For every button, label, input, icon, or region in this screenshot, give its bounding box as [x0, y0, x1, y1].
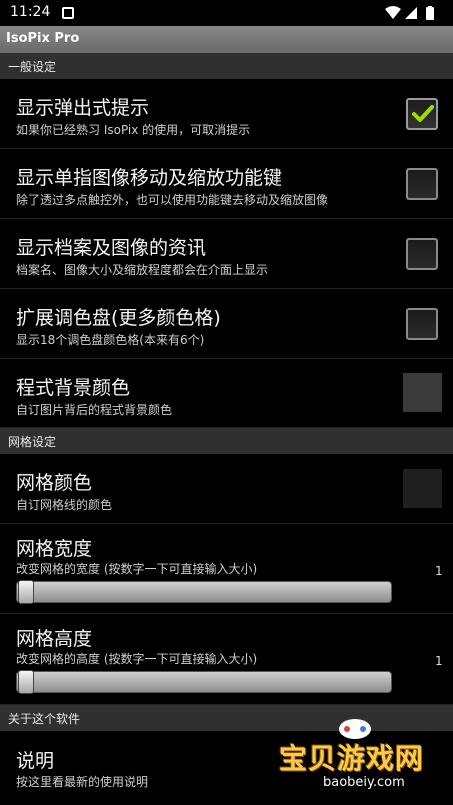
section-header-label: 网格设定 [8, 435, 57, 449]
pref-extended-palette[interactable]: 扩展调色盘(更多颜色格) 显示18个调色盘颜色格(本来有6个) [0, 289, 453, 359]
status-icons [385, 6, 434, 20]
single-finger-checkbox[interactable] [406, 168, 438, 200]
notification-app-icon [62, 7, 74, 19]
pref-title: 扩展调色盘(更多颜色格) [16, 307, 221, 329]
pref-popup-hints[interactable]: 显示弹出式提示 如果你已经熟习 IsoPix 的使用，可取消提示 [0, 79, 453, 149]
pref-title: 显示弹出式提示 [16, 97, 150, 119]
pref-file-info[interactable]: 显示档案及图像的资讯 档案名、图像大小及缩放程度都会在介面上显示 [0, 219, 453, 289]
battery-icon [426, 6, 434, 20]
slider-thumb[interactable] [18, 580, 34, 604]
grid-width-slider[interactable] [16, 580, 392, 604]
slider-thumb[interactable] [18, 670, 34, 694]
section-header-label: 关于这个软件 [8, 712, 81, 726]
pref-summary: 除了透过多点触控外，也可以使用功能键去移动及缩放图像 [16, 193, 329, 207]
checkmark-icon [412, 105, 434, 122]
pref-title: 显示档案及图像的资讯 [16, 237, 207, 259]
pref-summary: 改变网格的宽度 (按数字一下可直接输入大小) [16, 562, 258, 576]
extended-palette-checkbox[interactable] [406, 308, 438, 340]
grid-width-value[interactable]: 1 [435, 564, 443, 578]
pref-title: 网格颜色 [16, 472, 93, 494]
pref-title: 网格宽度 [16, 538, 93, 560]
pref-background-color[interactable]: 程式背景颜色 自订图片背后的程式背景颜色 [0, 359, 453, 428]
watermark-text: 宝贝游戏网 [279, 742, 425, 775]
status-time: 11:24 [10, 4, 51, 20]
status-bar: 11:24 [0, 0, 453, 26]
pref-summary: 显示18个调色盘颜色格(本来有6个) [16, 333, 205, 347]
section-header-general: 一般设定 [0, 53, 453, 79]
pref-single-finger-controls[interactable]: 显示单指图像移动及缩放功能键 除了透过多点触控外，也可以使用功能键去移动及缩放图… [0, 149, 453, 219]
grid-height-value[interactable]: 1 [435, 654, 443, 668]
pref-summary: 改变网格的高度 (按数字一下可直接输入大小) [16, 652, 258, 666]
app-title: IsoPix Pro [6, 31, 80, 46]
pref-summary: 自订图片背后的程式背景颜色 [16, 403, 173, 417]
pref-title: 程式背景颜色 [16, 377, 131, 399]
pref-grid-width[interactable]: 网格宽度 改变网格的宽度 (按数字一下可直接输入大小) 1 [0, 524, 453, 614]
pref-summary: 自订网格线的颜色 [16, 498, 113, 512]
background-color-swatch[interactable] [403, 373, 442, 412]
wifi-icon [385, 6, 401, 19]
pref-grid-height[interactable]: 网格高度 改变网格的高度 (按数字一下可直接输入大小) 1 [0, 614, 453, 705]
section-header-grid: 网格设定 [0, 428, 453, 454]
pref-summary: 如果你已经熟习 IsoPix 的使用，可取消提示 [16, 123, 251, 137]
pref-summary: 按这里看最新的使用说明 [16, 775, 149, 789]
pref-grid-color[interactable]: 网格颜色 自订网格线的颜色 [0, 454, 453, 524]
grid-color-swatch[interactable] [403, 469, 442, 508]
pref-title: 说明 [16, 750, 55, 772]
section-header-label: 一般设定 [8, 60, 57, 74]
file-info-checkbox[interactable] [406, 238, 438, 270]
signal-icon [405, 7, 417, 19]
watermark-url: baobeiy.com [323, 775, 405, 790]
pref-summary: 档案名、图像大小及缩放程度都会在介面上显示 [16, 263, 269, 277]
title-bar: IsoPix Pro [0, 26, 453, 53]
grid-height-slider[interactable] [16, 670, 392, 694]
popup-hints-checkbox[interactable] [406, 98, 438, 130]
watermark: 宝贝游戏网 baobeiy.com [275, 715, 445, 800]
pref-title: 网格高度 [16, 628, 93, 650]
pref-title: 显示单指图像移动及缩放功能键 [16, 167, 283, 189]
